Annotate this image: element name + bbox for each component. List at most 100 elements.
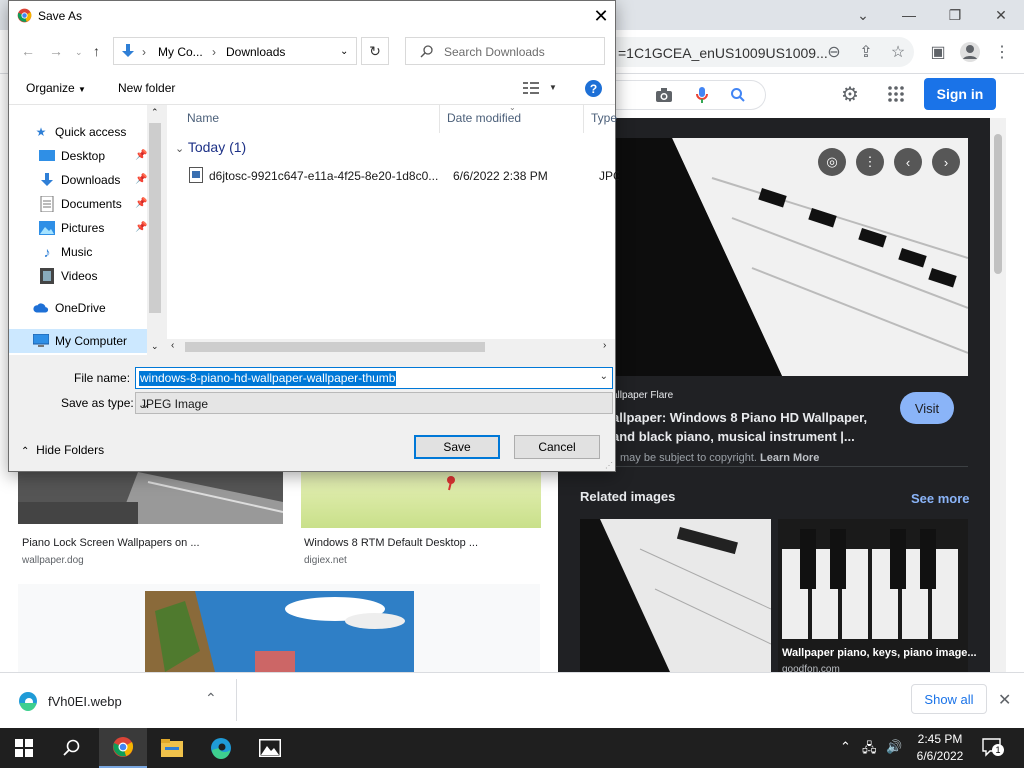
side-panel-icon[interactable]: ▣ bbox=[926, 40, 950, 64]
clock-date[interactable]: 6/6/2022 bbox=[914, 749, 966, 763]
mic-icon[interactable] bbox=[690, 83, 714, 107]
star-icon: ★ bbox=[35, 125, 47, 139]
camera-icon[interactable] bbox=[652, 83, 676, 107]
nav-item-desktop[interactable]: Desktop bbox=[39, 145, 105, 167]
column-header-date-modified[interactable]: Date modified bbox=[447, 111, 521, 125]
learn-more-link[interactable]: Learn More bbox=[760, 452, 819, 464]
taskbar-chrome-icon[interactable] bbox=[99, 728, 147, 768]
organize-button[interactable]: Organize ▼ bbox=[26, 81, 86, 95]
related-caption[interactable]: Wallpaper piano, keys, piano image... bbox=[782, 647, 977, 659]
minimize-button[interactable]: — bbox=[894, 4, 924, 26]
apps-grid-icon[interactable] bbox=[884, 82, 908, 106]
nav-item-pictures[interactable]: Pictures bbox=[39, 217, 104, 239]
nav-item-downloads[interactable]: Downloads bbox=[39, 169, 120, 191]
window-close-button[interactable]: ✕ bbox=[986, 4, 1016, 26]
image-title-line2[interactable]: and black piano, musical instrument |... bbox=[612, 429, 855, 444]
zoom-icon[interactable]: ⊖ bbox=[822, 40, 846, 64]
hide-folders-toggle[interactable]: ⌃ Hide Folders bbox=[21, 443, 104, 457]
taskbar-edge-icon[interactable] bbox=[197, 728, 245, 768]
notification-center-icon[interactable]: 1 bbox=[982, 738, 1004, 758]
view-options-icon[interactable] bbox=[523, 81, 539, 98]
menu-kebab-icon[interactable]: ⋮ bbox=[990, 40, 1014, 64]
new-folder-button[interactable]: New folder bbox=[118, 81, 175, 95]
bookmark-star-icon[interactable]: ☆ bbox=[886, 40, 910, 64]
image-source-name[interactable]: allpaper Flare bbox=[612, 390, 673, 401]
previous-arrow-icon[interactable]: ‹ bbox=[894, 148, 922, 176]
save-type-dropdown-icon[interactable]: ⌄ bbox=[140, 397, 608, 411]
file-name-dropdown-icon[interactable]: ⌄ bbox=[600, 371, 608, 382]
result-thumbnail-2[interactable] bbox=[301, 472, 541, 528]
tray-chevron-icon[interactable]: ⌃ bbox=[840, 739, 851, 755]
restore-button[interactable]: ❐ bbox=[940, 4, 970, 26]
download-options-chevron-icon[interactable]: ⌃ bbox=[205, 690, 217, 707]
scroll-up-icon[interactable]: ⌃ bbox=[151, 107, 159, 118]
up-arrow-icon[interactable]: ↑ bbox=[93, 43, 100, 59]
nav-item-my-computer[interactable]: My Computer bbox=[33, 330, 127, 352]
recent-locations-chevron-icon[interactable]: ⌄ bbox=[75, 47, 83, 58]
column-separator[interactable] bbox=[439, 105, 440, 133]
taskbar-photos-icon[interactable] bbox=[246, 728, 294, 768]
refresh-button[interactable]: ↻ bbox=[361, 37, 389, 65]
breadcrumb-my-computer[interactable]: My Co... bbox=[158, 45, 203, 59]
view-dropdown-icon[interactable]: ▼ bbox=[549, 83, 557, 92]
column-header-name[interactable]: Name bbox=[187, 111, 219, 125]
forward-arrow-icon[interactable]: → bbox=[49, 43, 63, 59]
dialog-close-icon[interactable]: ✕ bbox=[589, 5, 613, 27]
nav-item-videos[interactable]: Videos bbox=[39, 265, 97, 287]
column-header-type[interactable]: Type bbox=[591, 111, 617, 125]
share-icon[interactable]: ⇪ bbox=[854, 40, 878, 64]
save-button[interactable]: Save bbox=[414, 435, 500, 459]
more-options-icon[interactable]: ⋮ bbox=[856, 148, 884, 176]
file-name-input[interactable]: windows-8-piano-hd-wallpaper-wallpaper-t… bbox=[135, 367, 613, 389]
scrollbar-thumb[interactable] bbox=[994, 134, 1002, 274]
next-arrow-icon[interactable]: › bbox=[932, 148, 960, 176]
show-all-button[interactable]: Show all bbox=[911, 684, 987, 714]
result-caption-1[interactable]: Piano Lock Screen Wallpapers on ... bbox=[22, 537, 200, 549]
taskbar-file-explorer-icon[interactable] bbox=[148, 728, 196, 768]
file-row[interactable]: d6jtosc-9921c647-e11a-4f25-8e20-1d8c0...… bbox=[189, 165, 619, 187]
search-icon[interactable] bbox=[726, 83, 750, 107]
hscroll-thumb[interactable] bbox=[185, 342, 485, 352]
sign-in-button[interactable]: Sign in bbox=[924, 78, 996, 110]
file-pane-horizontal-scrollbar[interactable]: ‹ › bbox=[167, 339, 615, 355]
scroll-left-icon[interactable]: ‹ bbox=[171, 340, 174, 351]
result-caption-2[interactable]: Windows 8 RTM Default Desktop ... bbox=[304, 537, 478, 549]
help-icon[interactable]: ? bbox=[585, 80, 602, 97]
taskbar-search-icon[interactable] bbox=[48, 728, 96, 768]
network-icon[interactable]: 🖧 bbox=[862, 739, 877, 761]
volume-icon[interactable]: 🔊 bbox=[886, 739, 902, 755]
dialog-search-input[interactable]: Search Downloads bbox=[405, 37, 605, 65]
related-image-1[interactable] bbox=[580, 519, 771, 672]
result-thumbnail-1[interactable] bbox=[18, 472, 283, 524]
nav-item-music[interactable]: ♪ Music bbox=[39, 241, 93, 263]
image-title-line1[interactable]: allpaper: Windows 8 Piano HD Wallpaper, bbox=[612, 410, 867, 425]
scroll-down-icon[interactable]: ⌄ bbox=[151, 341, 159, 352]
visit-button[interactable]: Visit bbox=[900, 392, 954, 424]
breadcrumb-downloads[interactable]: Downloads bbox=[226, 45, 285, 59]
back-arrow-icon[interactable]: ← bbox=[21, 43, 35, 59]
page-scrollbar[interactable] bbox=[990, 118, 1006, 672]
dialog-address-bar[interactable]: › My Co... › Downloads ⌄ bbox=[113, 37, 357, 65]
cancel-button[interactable]: Cancel bbox=[514, 435, 600, 459]
save-as-type-select[interactable]: JPEG Image ⌄ bbox=[135, 392, 613, 414]
scroll-right-icon[interactable]: › bbox=[603, 340, 606, 351]
group-header-today[interactable]: ⌄ Today (1) bbox=[175, 139, 246, 155]
nav-scroll-thumb[interactable] bbox=[149, 123, 161, 313]
nav-item-quick-access[interactable]: ★ Quick access bbox=[33, 121, 127, 143]
tab-search-chevron-icon[interactable]: ⌄ bbox=[848, 4, 878, 26]
nav-item-documents[interactable]: Documents bbox=[39, 193, 122, 215]
address-dropdown-icon[interactable]: ⌄ bbox=[340, 46, 348, 57]
resize-grip-icon[interactable]: ⋰ bbox=[605, 461, 613, 470]
close-download-bar-icon[interactable]: ✕ bbox=[998, 690, 1011, 710]
download-file-name[interactable]: fVh0EI.webp bbox=[48, 694, 122, 709]
see-more-link[interactable]: See more bbox=[911, 491, 970, 506]
settings-gear-icon[interactable]: ⚙ bbox=[838, 82, 862, 106]
result-thumbnail-3[interactable] bbox=[145, 591, 414, 672]
column-separator[interactable] bbox=[583, 105, 584, 133]
lens-icon[interactable]: ◎ bbox=[818, 148, 846, 176]
start-button[interactable] bbox=[0, 728, 48, 768]
nav-pane-scrollbar[interactable]: ⌃ ⌄ bbox=[147, 105, 163, 355]
profile-icon[interactable] bbox=[958, 40, 982, 64]
nav-item-onedrive[interactable]: OneDrive bbox=[33, 297, 106, 319]
clock-time[interactable]: 2:45 PM bbox=[917, 732, 963, 746]
